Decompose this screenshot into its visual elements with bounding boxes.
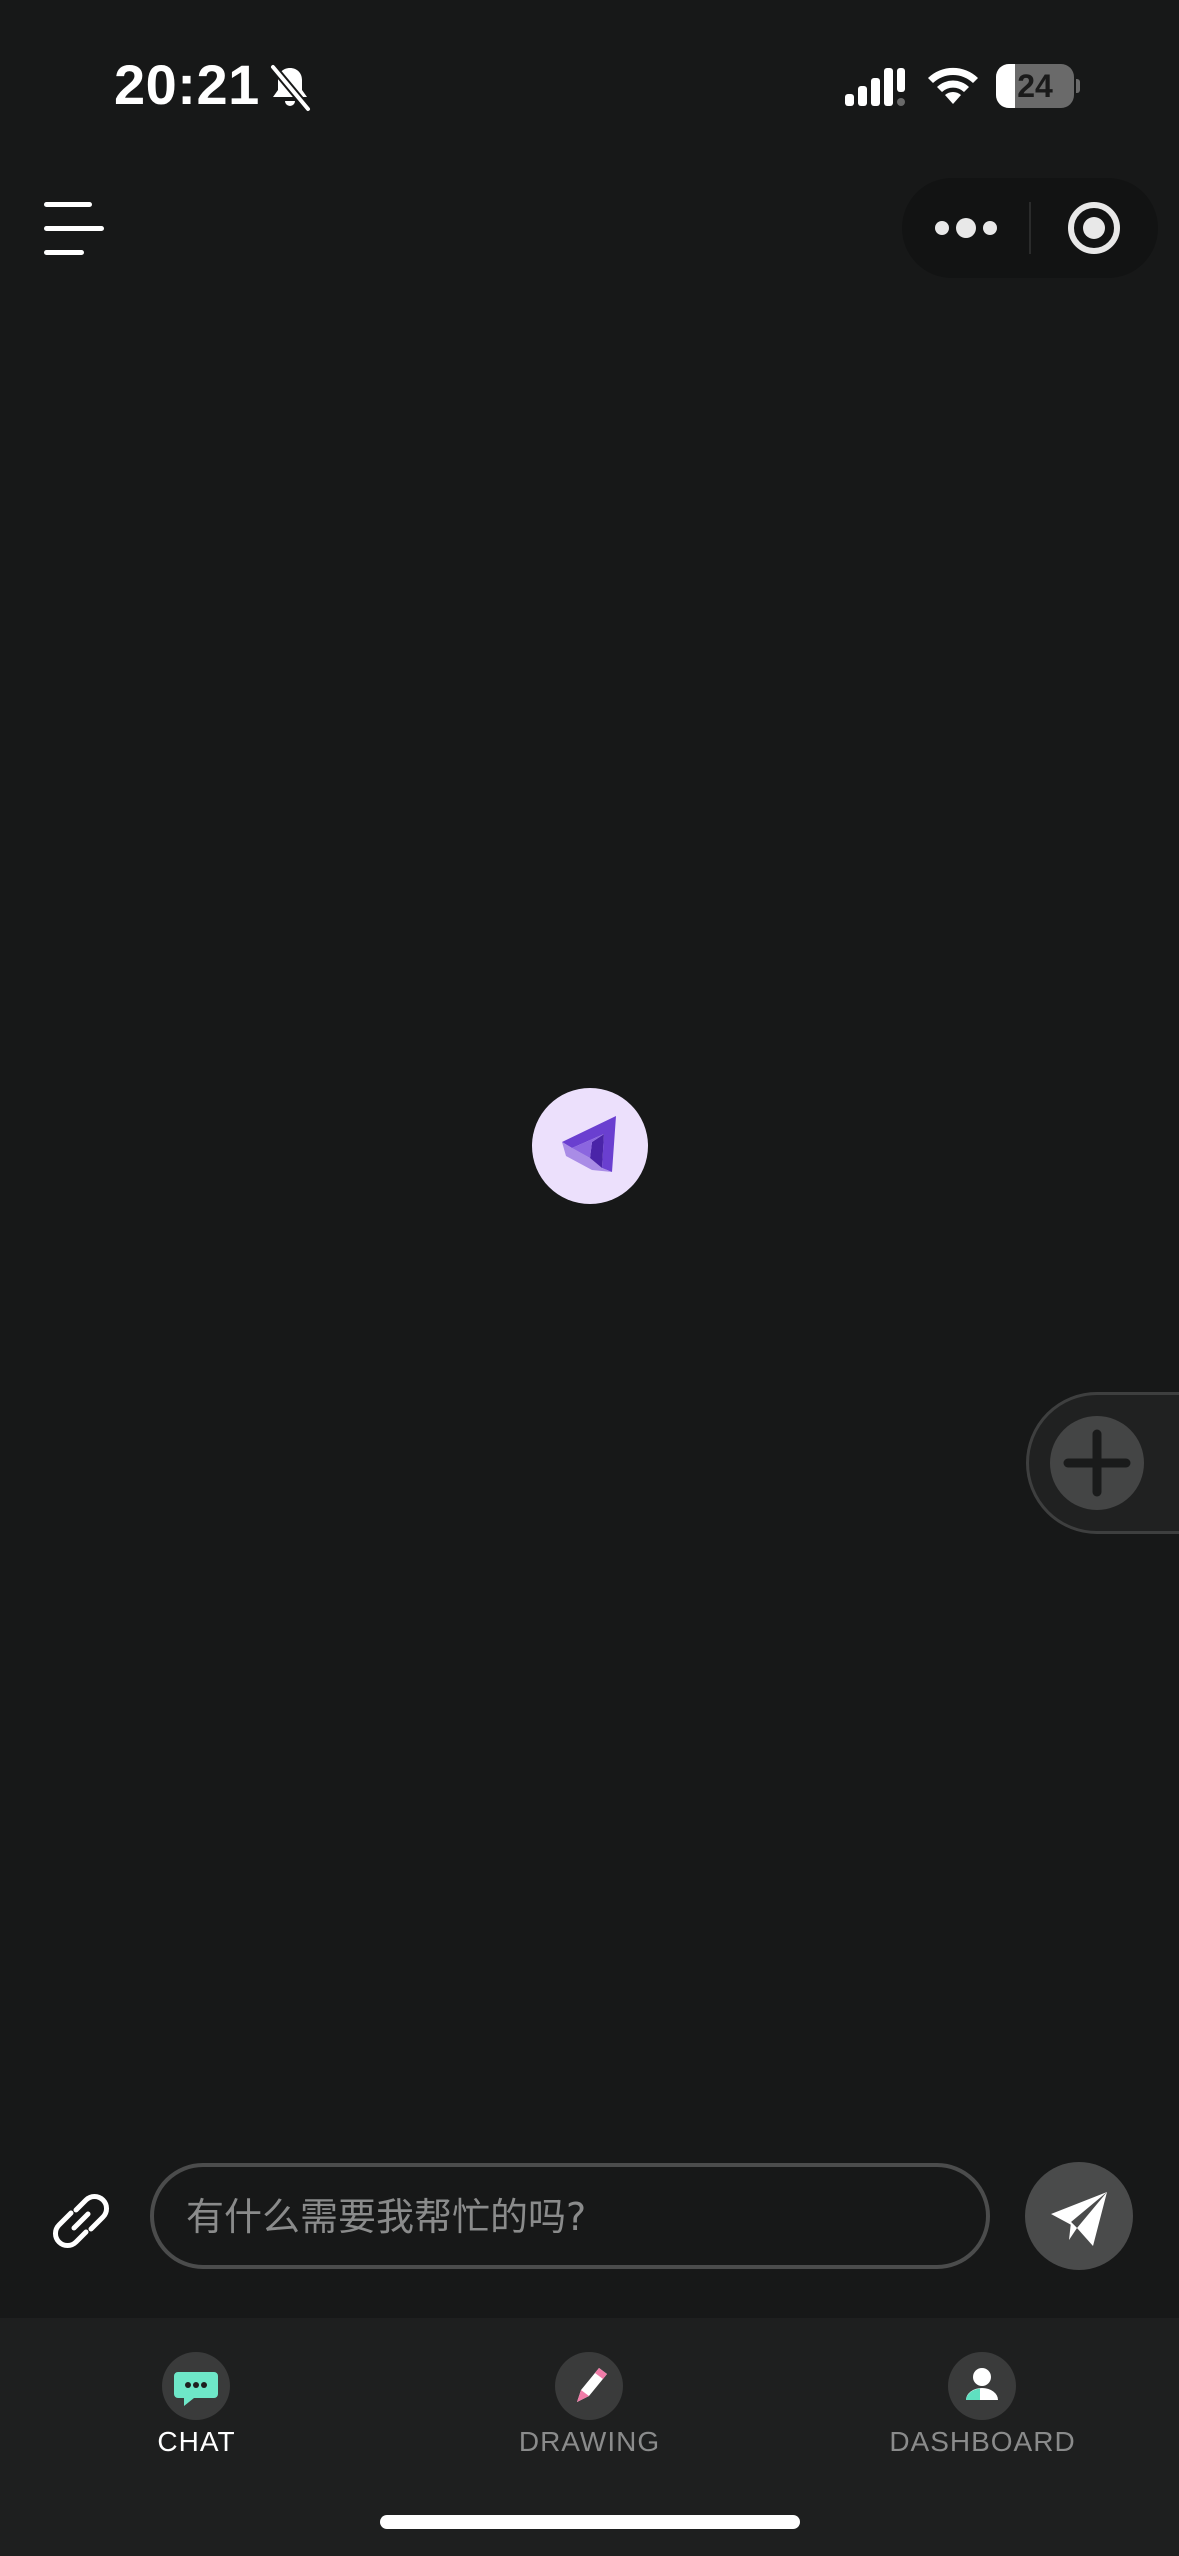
tab-drawing[interactable]: DRAWING (393, 2318, 786, 2468)
paper-plane-icon (1051, 2192, 1107, 2246)
battery-body: 24 (996, 64, 1074, 108)
user-icon (966, 2368, 998, 2400)
tab-dashboard[interactable]: DASHBOARD (786, 2318, 1179, 2468)
app-logo (532, 1088, 648, 1204)
add-circle (1050, 1416, 1144, 1510)
plus-icon (1063, 1429, 1131, 1497)
battery-level: 24 (1017, 68, 1053, 104)
more-button[interactable] (902, 178, 1030, 278)
home-indicator (380, 2515, 800, 2529)
chat-bubble-icon (174, 2372, 218, 2406)
target-circle-icon (1068, 202, 1120, 254)
more-dots-icon (935, 218, 997, 238)
battery-indicator: 24 (996, 64, 1080, 108)
tab-chat-icon-wrap (162, 2352, 230, 2420)
app-logo-icon (562, 1116, 616, 1172)
attach-button[interactable] (46, 2186, 116, 2256)
signal-icon (845, 68, 905, 106)
tab-drawing-label: DRAWING (518, 2426, 661, 2457)
close-mini-program-button[interactable] (1030, 178, 1158, 278)
floating-add-button[interactable] (1026, 1392, 1179, 1534)
paperclip-icon (53, 2194, 109, 2248)
pencil-icon (577, 2368, 607, 2402)
send-button[interactable] (1025, 2162, 1133, 2270)
status-time: 20:21 (114, 53, 260, 116)
bell-off-icon (269, 64, 312, 112)
tab-drawing-icon-wrap (555, 2352, 623, 2420)
tab-chat[interactable]: CHAT (0, 2318, 393, 2468)
chat-input-container (150, 2163, 990, 2269)
tab-dashboard-icon-wrap (948, 2352, 1016, 2420)
hamburger-menu-icon[interactable] (40, 196, 110, 262)
wifi-icon (928, 67, 978, 104)
battery-tip (1076, 79, 1080, 93)
tab-dashboard-label: DASHBOARD (889, 2426, 1076, 2457)
tab-chat-label: CHAT (157, 2426, 236, 2457)
mini-program-capsule (902, 178, 1158, 278)
chat-input[interactable] (184, 2167, 958, 2267)
app-screen: 20:21 24 有什么需要我帮忙的吗? CHAT DRAWING DASHBO… (0, 0, 1179, 2556)
